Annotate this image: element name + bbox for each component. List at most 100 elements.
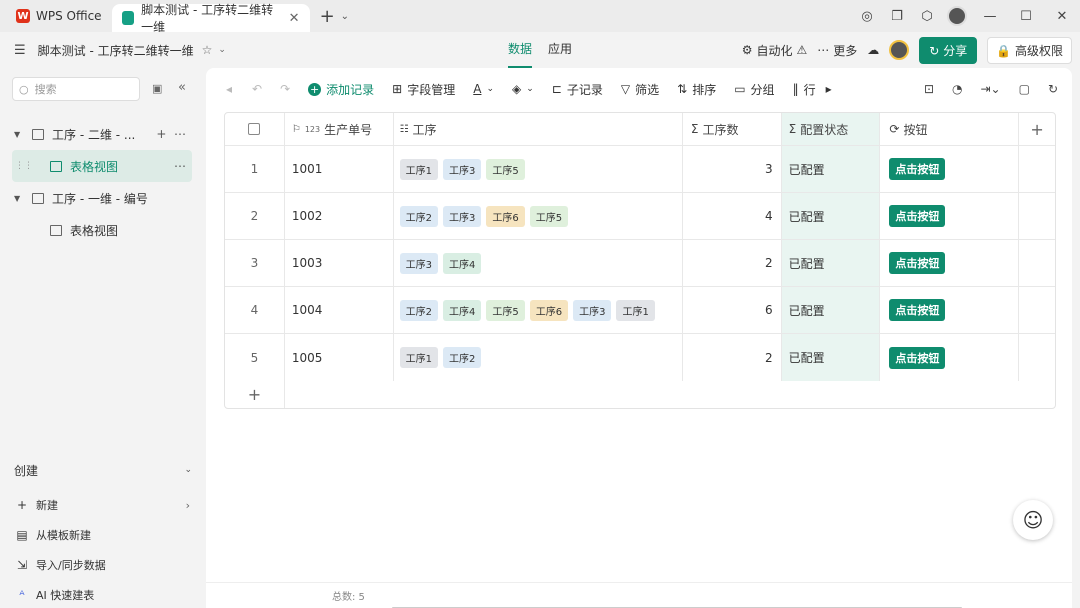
- tab-data[interactable]: 数据: [508, 32, 533, 68]
- layout-icon[interactable]: ⊡: [924, 82, 934, 96]
- cube-icon[interactable]: ⬡: [912, 9, 942, 24]
- sheet-actions[interactable]: + ⋯: [156, 127, 186, 141]
- collaborator-avatar[interactable]: [889, 40, 910, 60]
- undo-icon[interactable]: ↶: [252, 82, 262, 96]
- clipboard-icon[interactable]: ▢: [1019, 82, 1030, 96]
- table-row[interactable]: 4 1004 工序2 工序4 工序5 工序6 工序3 工序1 6 已配置 点击按钮: [225, 287, 1055, 334]
- process-cell[interactable]: 工序1 工序2: [394, 334, 683, 381]
- text-color-button[interactable]: A ⌄: [473, 82, 494, 96]
- collapse-sidebar-icon[interactable]: «: [178, 80, 186, 95]
- create-from-template-item[interactable]: ▤ 从模板新建: [0, 520, 206, 550]
- redo-icon[interactable]: ↷: [280, 82, 290, 96]
- id-cell[interactable]: 1003: [285, 240, 394, 286]
- window-restore-icon[interactable]: ❐: [882, 9, 912, 24]
- tab-wps-office[interactable]: W WPS Office: [0, 0, 112, 32]
- add-row-button[interactable]: +: [225, 381, 285, 408]
- panel-icon[interactable]: ▣: [152, 82, 162, 95]
- count-cell[interactable]: 6: [683, 287, 782, 333]
- drag-handle-icon[interactable]: ⋮⋮: [15, 161, 33, 171]
- template-icon: ▤: [16, 528, 28, 542]
- table-row[interactable]: 2 1002 工序2 工序3 工序6 工序5 4 已配置 点击按钮: [225, 193, 1055, 240]
- document-title[interactable]: 脚本测试 - 工序转二维转一维: [38, 42, 194, 59]
- new-tab-button[interactable]: +: [320, 6, 335, 27]
- group-button[interactable]: ▭ 分组: [734, 81, 774, 98]
- search-input[interactable]: ○ 搜索: [12, 77, 140, 101]
- add-record-button[interactable]: + 添加记录: [308, 81, 374, 98]
- filter-button[interactable]: ▽ 筛选: [621, 81, 659, 98]
- field-manage-button[interactable]: ⊞ 字段管理: [392, 81, 455, 98]
- header-id[interactable]: ⚐ 123 生产单号: [285, 113, 394, 145]
- count-cell[interactable]: 2: [683, 240, 782, 286]
- count-cell[interactable]: 2: [683, 334, 782, 381]
- process-cell[interactable]: 工序2 工序3 工序6 工序5: [394, 193, 683, 239]
- caret-down-icon[interactable]: ▼: [14, 194, 24, 203]
- close-tab-icon[interactable]: ✕: [289, 11, 300, 26]
- automation-button[interactable]: ⚙ 自动化 ⚠: [742, 42, 808, 59]
- tab-apps[interactable]: 应用: [548, 32, 572, 68]
- close-window-icon[interactable]: ✕: [1044, 9, 1080, 24]
- chevron-down-icon[interactable]: ⌄: [218, 45, 226, 55]
- user-avatar[interactable]: [947, 6, 967, 26]
- maximize-icon[interactable]: ☐: [1008, 9, 1044, 24]
- import-sync-item[interactable]: ⇲ 导入/同步数据: [0, 550, 206, 580]
- sub-record-button[interactable]: ⊏ 子记录: [552, 81, 603, 98]
- select-all-checkbox[interactable]: [248, 123, 261, 135]
- create-header[interactable]: 创建 ⌄: [0, 460, 206, 480]
- row-height-button[interactable]: ‖ 行: [793, 81, 816, 98]
- view-more-icon[interactable]: ⋯: [174, 159, 186, 173]
- ai-create-table-item[interactable]: ᴬ AI 快速建表: [0, 580, 206, 608]
- fill-color-button[interactable]: ◈ ⌄: [512, 82, 534, 96]
- back-icon[interactable]: ◂: [226, 82, 232, 96]
- table-row[interactable]: 1 1001 工序1 工序3 工序5 3 已配置 点击按钮: [225, 146, 1055, 193]
- header-count[interactable]: Σ 工序数: [683, 113, 782, 145]
- id-cell[interactable]: 1005: [285, 334, 394, 381]
- status-cell[interactable]: 已配置: [781, 334, 881, 381]
- click-button[interactable]: 点击按钮: [889, 205, 946, 227]
- id-cell[interactable]: 1002: [285, 193, 394, 239]
- star-icon[interactable]: ☆: [202, 43, 213, 57]
- create-new-item[interactable]: + 新建 ›: [0, 490, 206, 520]
- table-row[interactable]: 3 1003 工序3 工序4 2 已配置 点击按钮: [225, 240, 1055, 287]
- caret-down-icon[interactable]: ▼: [14, 130, 24, 139]
- history-icon[interactable]: ◔: [952, 82, 962, 96]
- assistant-avatar-icon[interactable]: ☺: [1013, 500, 1053, 540]
- header-process[interactable]: ☷ 工序: [394, 113, 683, 145]
- click-button[interactable]: 点击按钮: [889, 252, 946, 274]
- count-cell[interactable]: 4: [683, 193, 782, 239]
- id-cell[interactable]: 1001: [285, 146, 394, 192]
- count-cell[interactable]: 3: [683, 146, 782, 192]
- status-cell[interactable]: 已配置: [781, 287, 881, 333]
- status-cell[interactable]: 已配置: [781, 193, 881, 239]
- process-cell[interactable]: 工序2 工序4 工序5 工序6 工序3 工序1: [394, 287, 683, 333]
- copilot-icon[interactable]: ◎: [852, 9, 882, 24]
- share-button[interactable]: ↻ 分享: [919, 36, 978, 64]
- view-item-grid-active[interactable]: ⋮⋮ 表格视图 ⋯: [12, 150, 192, 182]
- process-cell[interactable]: 工序1 工序3 工序5: [394, 146, 683, 192]
- sort-button[interactable]: ⇅ 排序: [677, 81, 716, 98]
- refresh-icon[interactable]: ↻: [1048, 82, 1058, 96]
- header-status-label: 配置状态: [800, 122, 849, 137]
- view-item-grid[interactable]: 表格视图: [0, 214, 206, 246]
- menu-icon[interactable]: ☰: [14, 43, 26, 58]
- click-button[interactable]: 点击按钮: [889, 158, 946, 180]
- sheet-item-process-2d[interactable]: ▼ 工序 - 二维 - ... + ⋯: [0, 118, 206, 150]
- sheet-item-process-1d[interactable]: ▼ 工序 - 一维 - 编号: [0, 182, 206, 214]
- more-button[interactable]: ⋯ 更多: [817, 42, 857, 59]
- cloud-icon[interactable]: ☁: [867, 43, 879, 57]
- header-button[interactable]: ⟳ 按钮: [880, 113, 1020, 145]
- export-icon[interactable]: ⇥⌄: [980, 82, 1000, 96]
- process-cell[interactable]: 工序3 工序4: [394, 240, 683, 286]
- click-button[interactable]: 点击按钮: [889, 299, 946, 321]
- header-status[interactable]: Σ 配置状态: [781, 113, 881, 145]
- advanced-permissions-button[interactable]: 🔒 高级权限: [987, 36, 1072, 64]
- tab-list-chevron-icon[interactable]: ⌄: [341, 11, 349, 22]
- tab-document[interactable]: 脚本测试 - 工序转二维转一维 ✕: [111, 3, 310, 34]
- add-field-button[interactable]: +: [1019, 113, 1055, 145]
- click-button[interactable]: 点击按钮: [889, 346, 946, 369]
- id-cell[interactable]: 1004: [285, 287, 394, 333]
- status-cell[interactable]: 已配置: [781, 146, 881, 192]
- minimize-icon[interactable]: —: [972, 9, 1008, 24]
- table-row[interactable]: 5 1005 工序1 工序2 2 已配置 点击按钮: [225, 334, 1055, 381]
- status-cell[interactable]: 已配置: [781, 240, 881, 286]
- toolbar-more-arrow-icon[interactable]: ▸: [826, 82, 832, 96]
